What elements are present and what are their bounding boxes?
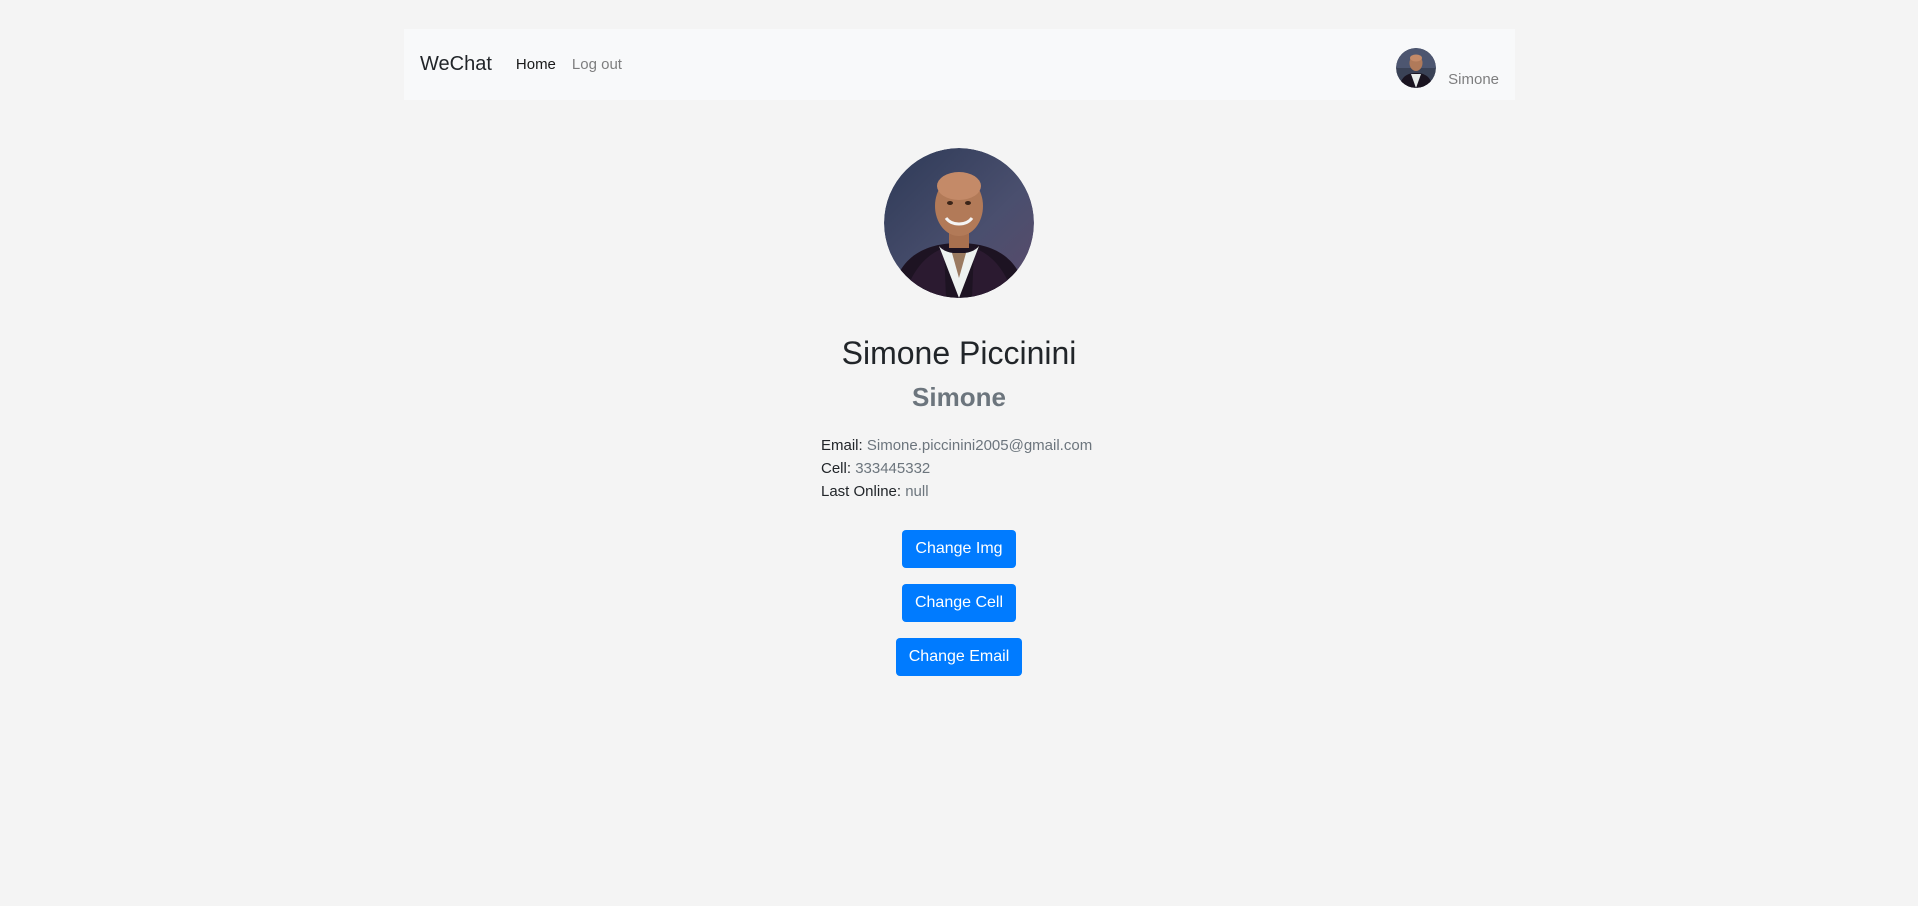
last-online-label: Last Online: bbox=[821, 482, 902, 500]
change-cell-button[interactable]: Change Cell bbox=[901, 583, 1017, 622]
nav-username[interactable]: Simone bbox=[1448, 71, 1499, 88]
nav-user-menu[interactable]: Simone bbox=[1396, 48, 1499, 88]
navbar: WeChat Home Log out Simone bbox=[404, 29, 1515, 100]
change-email-button[interactable]: Change Email bbox=[895, 637, 1023, 676]
email-row: Email: Simone.piccinini2005@gmail.com bbox=[821, 434, 1097, 457]
nav-link-logout[interactable]: Log out bbox=[572, 56, 622, 73]
profile-section: Simone Piccinini Simone Email: Simone.pi… bbox=[0, 148, 1918, 676]
nav-right: Simone bbox=[1396, 29, 1499, 100]
profile-full-name: Simone Piccinini bbox=[841, 335, 1077, 371]
change-img-button[interactable]: Change Img bbox=[902, 529, 1016, 568]
cell-value: 333445332 bbox=[855, 459, 931, 477]
profile-photo-icon bbox=[884, 148, 1034, 298]
email-value: Simone.piccinini2005@gmail.com bbox=[866, 436, 1093, 454]
cell-label: Cell: bbox=[821, 459, 852, 477]
user-avatar-icon[interactable] bbox=[1396, 48, 1437, 88]
nav-link-home[interactable]: Home bbox=[516, 56, 556, 73]
brand-logo[interactable]: WeChat bbox=[420, 53, 492, 76]
cell-row: Cell: 333445332 bbox=[821, 457, 1097, 480]
last-online-value: null bbox=[905, 482, 929, 500]
profile-username: Simone bbox=[912, 382, 1006, 413]
last-online-row: Last Online: null bbox=[821, 480, 1097, 503]
profile-info: Email: Simone.piccinini2005@gmail.com Ce… bbox=[821, 434, 1097, 503]
email-label: Email: bbox=[821, 436, 863, 454]
